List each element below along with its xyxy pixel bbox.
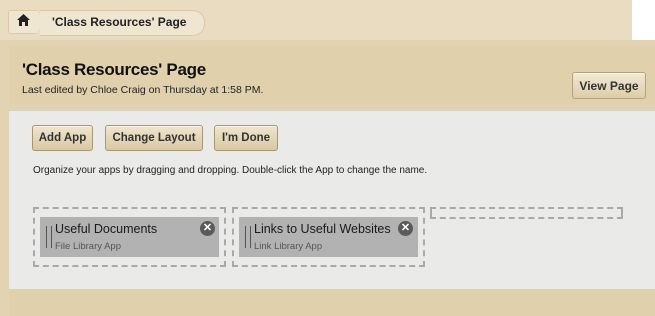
done-button[interactable]: I'm Done	[214, 125, 278, 151]
breadcrumb: 'Class Resources' Page	[0, 0, 632, 40]
drag-handle-icon[interactable]	[245, 226, 251, 248]
page-footer	[9, 289, 655, 316]
close-icon[interactable]: ✕	[398, 221, 413, 236]
close-icon[interactable]: ✕	[200, 221, 215, 236]
app-tile-useful-websites[interactable]: Links to Useful Websites Link Library Ap…	[239, 217, 418, 257]
page-title: 'Class Resources' Page	[22, 60, 206, 79]
page-header: 'Class Resources' Page Last edited by Ch…	[9, 46, 655, 104]
view-page-button[interactable]: View Page	[572, 72, 646, 99]
last-edited-text: Last edited by Chloe Craig on Thursday a…	[22, 84, 264, 96]
drag-handle-icon[interactable]	[46, 226, 52, 248]
add-app-button[interactable]: Add App	[32, 125, 93, 151]
layout-column-3	[430, 207, 623, 219]
change-layout-button[interactable]: Change Layout	[105, 125, 203, 151]
app-name: Links to Useful Websites	[254, 222, 391, 236]
instructions-text: Organize your apps by dragging and dropp…	[33, 165, 428, 176]
page-edge	[632, 0, 655, 40]
app-type: Link Library App	[254, 241, 323, 252]
app-tile-useful-documents[interactable]: Useful Documents File Library App ✕	[40, 217, 219, 257]
home-icon	[16, 13, 30, 31]
app-type: File Library App	[55, 241, 122, 252]
app-name: Useful Documents	[55, 222, 158, 236]
breadcrumb-home[interactable]	[8, 10, 37, 34]
breadcrumb-current-page[interactable]: 'Class Resources' Page	[40, 10, 206, 36]
